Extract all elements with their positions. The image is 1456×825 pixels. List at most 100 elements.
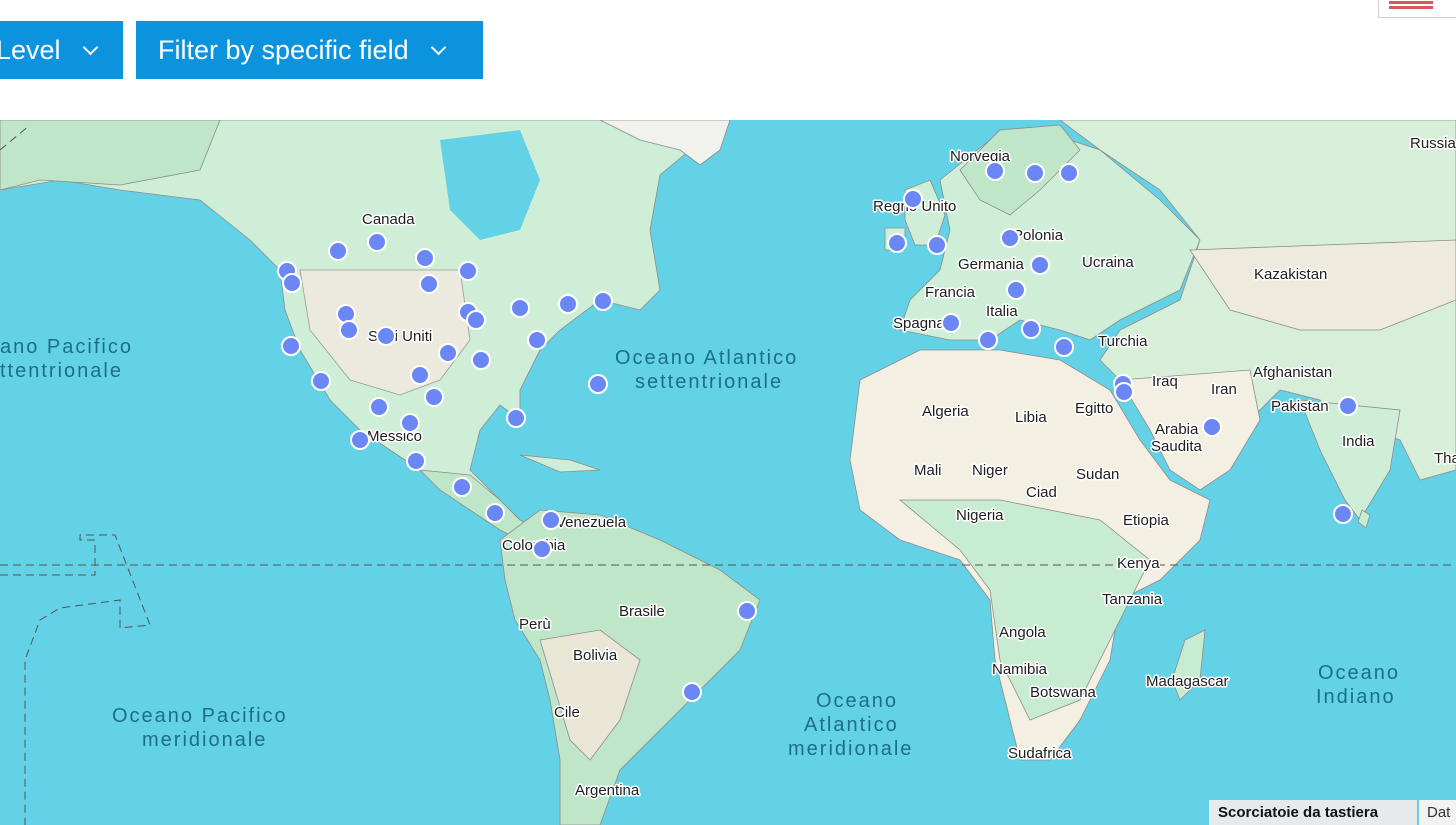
map-marker[interactable] (466, 310, 486, 330)
country-label: Kazakistan (1254, 266, 1327, 283)
flag-icon[interactable] (1378, 0, 1456, 18)
map-marker[interactable] (311, 371, 331, 391)
country-label: Ciad (1026, 484, 1057, 501)
country-label: Libia (1015, 409, 1047, 426)
ocean-label: Atlantico (804, 714, 899, 736)
map-marker[interactable] (282, 273, 302, 293)
map-marker[interactable] (339, 320, 359, 340)
world-map[interactable]: ano Pacifico ttentrionale Oceano Atlanti… (0, 120, 1456, 825)
map-marker[interactable] (1202, 417, 1222, 437)
map-marker[interactable] (558, 294, 578, 314)
map-marker[interactable] (927, 235, 947, 255)
chevron-down-icon (82, 39, 98, 55)
country-label: Polonia (1013, 227, 1064, 244)
country-label: Tha (1434, 450, 1456, 467)
map-marker[interactable] (406, 451, 426, 471)
map-marker[interactable] (1025, 163, 1045, 183)
map-marker[interactable] (887, 233, 907, 253)
map-marker[interactable] (1059, 163, 1079, 183)
map-marker[interactable] (424, 387, 444, 407)
map-marker[interactable] (350, 430, 370, 450)
ocean-label: Oceano (816, 690, 898, 712)
map-marker[interactable] (506, 408, 526, 428)
country-label: Germania (958, 256, 1025, 273)
map-marker[interactable] (1021, 319, 1041, 339)
level-filter-label: Level (0, 34, 61, 65)
country-label: Botswana (1030, 684, 1097, 701)
map-marker[interactable] (369, 397, 389, 417)
map-marker[interactable] (336, 304, 356, 324)
map-marker[interactable] (1000, 228, 1020, 248)
map-marker[interactable] (458, 261, 478, 281)
map-marker[interactable] (452, 477, 472, 497)
country-label: Algeria (922, 403, 969, 420)
specific-field-filter-button[interactable]: Filter by specific field (136, 21, 483, 79)
filter-toolbar: Level Filter by specific field (0, 0, 1456, 120)
map-marker[interactable] (737, 601, 757, 621)
map-marker[interactable] (400, 413, 420, 433)
map-marker[interactable] (1338, 396, 1358, 416)
map-marker[interactable] (485, 503, 505, 523)
map-marker[interactable] (510, 298, 530, 318)
map-marker[interactable] (281, 336, 301, 356)
country-label: Brasile (619, 603, 665, 620)
keyboard-shortcuts-link[interactable]: Scorciatoie da tastiera (1209, 800, 1417, 825)
map-data-link[interactable]: Dat (1419, 800, 1456, 825)
map-marker[interactable] (527, 330, 547, 350)
map-marker[interactable] (682, 682, 702, 702)
level-filter-button[interactable]: Level (0, 21, 123, 79)
ocean-label: meridionale (142, 729, 267, 751)
map-marker[interactable] (1030, 255, 1050, 275)
country-label: Perù (519, 616, 551, 633)
country-label: Etiopia (1123, 512, 1170, 529)
country-label: Egitto (1075, 400, 1113, 417)
ocean-label: Oceano Pacifico (112, 705, 288, 727)
ocean-label: ano Pacifico (0, 336, 133, 358)
map-marker[interactable] (1054, 337, 1074, 357)
map-marker[interactable] (410, 365, 430, 385)
ocean-label: ttentrionale (0, 360, 123, 382)
map-marker[interactable] (438, 343, 458, 363)
map-marker[interactable] (941, 313, 961, 333)
map-marker[interactable] (471, 350, 491, 370)
map-marker[interactable] (419, 274, 439, 294)
ocean-label: Indiano (1316, 686, 1396, 708)
map-marker[interactable] (376, 326, 396, 346)
country-label: Cile (554, 704, 580, 721)
country-label: Angola (999, 624, 1046, 641)
country-label: Afghanistan (1253, 364, 1332, 381)
map-marker[interactable] (532, 539, 552, 559)
map-marker[interactable] (593, 291, 613, 311)
country-label: Russia (1410, 135, 1456, 152)
country-label: Madagascar (1146, 673, 1229, 690)
map-canvas[interactable]: ano Pacifico ttentrionale Oceano Atlanti… (0, 120, 1456, 825)
map-marker[interactable] (367, 232, 387, 252)
chevron-down-icon (430, 39, 446, 55)
map-marker[interactable] (1114, 382, 1134, 402)
country-label: Namibia (992, 661, 1048, 678)
map-marker[interactable] (1006, 280, 1026, 300)
ocean-label: meridionale (788, 738, 913, 760)
country-label: Iraq (1152, 373, 1178, 390)
map-marker[interactable] (328, 241, 348, 261)
map-marker[interactable] (985, 161, 1005, 181)
country-label: India (1342, 433, 1375, 450)
map-marker[interactable] (588, 374, 608, 394)
country-label: Saudita (1151, 438, 1203, 455)
country-label: Mali (914, 462, 942, 479)
map-marker[interactable] (978, 330, 998, 350)
country-label: Pakistan (1271, 398, 1329, 415)
country-label: Argentina (575, 782, 640, 799)
country-label: Arabia (1155, 421, 1199, 438)
country-label: Iran (1211, 381, 1237, 398)
map-marker[interactable] (903, 189, 923, 209)
map-marker[interactable] (415, 248, 435, 268)
country-label: Venezuela (556, 514, 627, 531)
map-marker[interactable] (541, 510, 561, 530)
ocean-label: settentrionale (635, 371, 783, 393)
country-label: Spagna (893, 315, 945, 332)
country-label: Niger (972, 462, 1008, 479)
map-marker[interactable] (1333, 504, 1353, 524)
country-label: Tanzania (1102, 591, 1163, 608)
specific-field-filter-label: Filter by specific field (158, 34, 409, 65)
